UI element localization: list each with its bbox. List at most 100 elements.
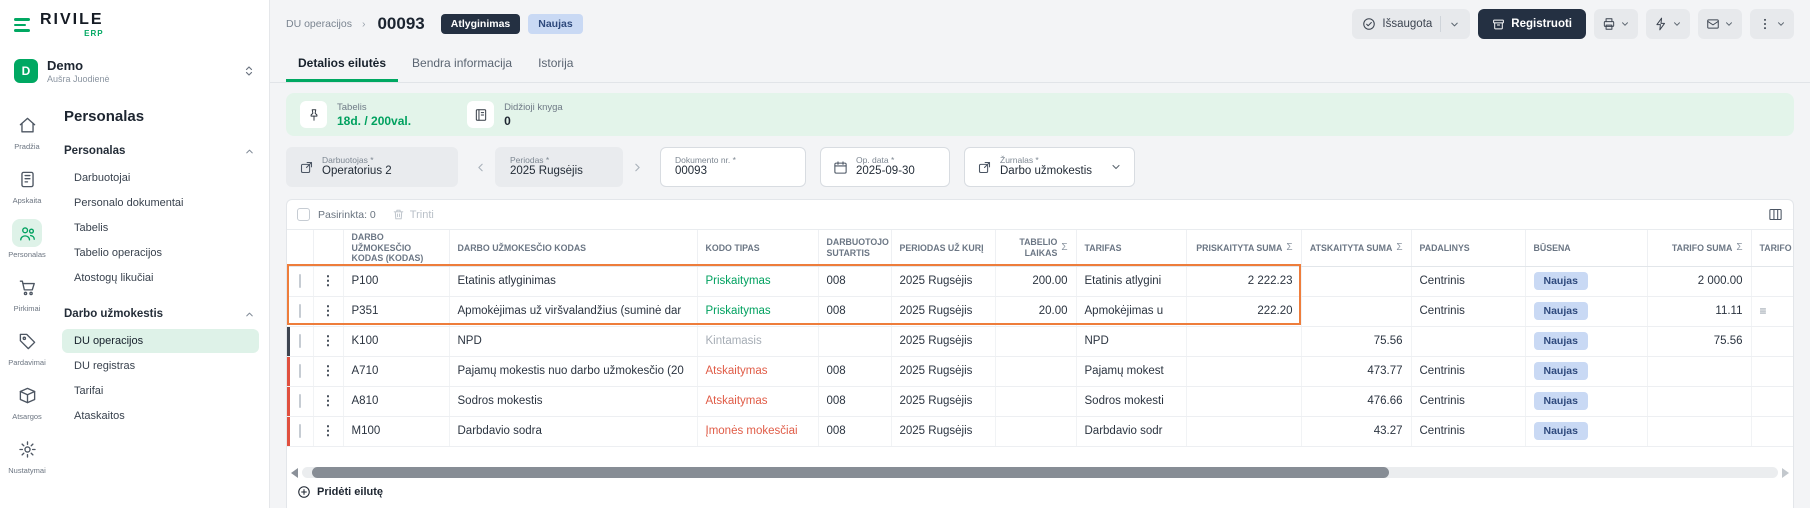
cell-tariff-sum[interactable]: 75.56 (1647, 326, 1751, 356)
cell-time[interactable] (995, 356, 1076, 386)
column-header[interactable]: TARIFAS (1076, 230, 1186, 266)
op-data-field[interactable]: Op. data * 2025-09-30 (820, 147, 950, 187)
cell-contract[interactable]: 008 (818, 416, 891, 446)
cell-tariff[interactable]: Pajamų mokest (1076, 356, 1186, 386)
cell-deducted[interactable]: 43.27 (1301, 416, 1411, 446)
sidebar-item[interactable]: Ataskaitos (62, 404, 259, 428)
cell-type[interactable]: Įmonės mokesčiai (697, 416, 818, 446)
column-header[interactable]: PADALINYS (1411, 230, 1525, 266)
cell-period[interactable]: 2025 Rugsėjis (891, 296, 995, 326)
cell-tariff-sum[interactable] (1647, 356, 1751, 386)
cell-tariff-sum[interactable] (1647, 386, 1751, 416)
cell-accrued[interactable]: 2 222.23 (1186, 266, 1301, 296)
cell-tariff-sum[interactable]: 2 000.00 (1647, 266, 1751, 296)
table-row[interactable]: ⋮ P351 Apmokėjimas už viršvalandžius (su… (287, 296, 1793, 326)
cell-tariff[interactable]: Darbdavio sodr (1076, 416, 1186, 446)
column-header[interactable]: PRISKAITYTA SUMAΣ (1186, 230, 1301, 266)
cell-department[interactable]: Centrinis (1411, 356, 1525, 386)
row-checkbox[interactable] (299, 364, 301, 378)
cell-time[interactable] (995, 326, 1076, 356)
cell-period[interactable]: 2025 Rugsėjis (891, 266, 995, 296)
delete-rows-button[interactable]: Trinti (392, 208, 434, 221)
sidebar-item[interactable]: Tabelis (62, 216, 259, 240)
tab[interactable]: Bendra informacija (400, 48, 524, 82)
menu-section-darbo-uzmokestis[interactable]: Darbo užmokestis (54, 300, 269, 328)
cell-tariff[interactable]: Etatinis atlygini (1076, 266, 1186, 296)
row-checkbox[interactable] (299, 394, 301, 408)
ledger-value[interactable]: 0 (504, 114, 563, 128)
rail-item-personalas[interactable]: Personalas (2, 214, 52, 264)
column-header[interactable]: TARIFO SUMAΣ (1647, 230, 1751, 266)
cell-tariff[interactable]: Apmokėjimas u (1076, 296, 1186, 326)
row-checkbox[interactable] (299, 274, 301, 288)
table-row[interactable]: ⋮ A710 Pajamų mokestis nuo darbo užmokes… (287, 356, 1793, 386)
cell-deducted[interactable]: 473.77 (1301, 356, 1411, 386)
hamburger-menu-icon[interactable] (14, 18, 30, 32)
column-header[interactable]: TARIFO PRO (1751, 230, 1793, 266)
row-checkbox[interactable] (299, 304, 301, 318)
cell-code[interactable]: P351 (343, 296, 449, 326)
print-split-button[interactable] (1594, 9, 1638, 39)
saved-split-button[interactable]: Išsaugota (1352, 9, 1470, 39)
column-header[interactable]: ATSKAITYTA SUMAΣ (1301, 230, 1411, 266)
scroll-right-arrow[interactable] (1782, 468, 1789, 478)
more-options-button[interactable] (1750, 9, 1794, 39)
dokumento-nr-field[interactable]: Dokumento nr. * 00093 (660, 147, 806, 187)
cell-accrued[interactable] (1186, 386, 1301, 416)
table-row[interactable]: ⋮ K100 NPD Kintamasis 2025 Rugsėjis NPD … (287, 326, 1793, 356)
cell-department[interactable]: Centrinis (1411, 416, 1525, 446)
cell-contract[interactable]: 008 (818, 296, 891, 326)
cell-accrued[interactable] (1186, 326, 1301, 356)
sidebar-item[interactable]: DU registras (62, 354, 259, 378)
table-row[interactable]: ⋮ P100 Etatinis atlyginimas Priskaitymas… (287, 266, 1793, 296)
column-header[interactable]: KODO TIPAS (697, 230, 818, 266)
cell-name[interactable]: Sodros mokestis (449, 386, 697, 416)
cell-department[interactable] (1411, 326, 1525, 356)
email-split-button[interactable] (1698, 9, 1742, 39)
rail-item-pradzia[interactable]: Pradžia (2, 106, 52, 156)
cell-type[interactable]: Priskaitymas (697, 266, 818, 296)
cell-accrued[interactable]: 222.20 (1186, 296, 1301, 326)
sum-icon[interactable]: Σ (1286, 242, 1292, 254)
cell-name[interactable]: Apmokėjimas už viršvalandžius (suminė da… (449, 296, 697, 326)
period-prev-button[interactable] (472, 159, 489, 176)
chevron-down-icon[interactable] (1449, 19, 1460, 30)
cell-name[interactable]: Etatinis atlyginimas (449, 266, 697, 296)
cell-code[interactable]: A810 (343, 386, 449, 416)
cell-tariff-sum[interactable] (1647, 416, 1751, 446)
cell-department[interactable]: Centrinis (1411, 296, 1525, 326)
cell-code[interactable]: M100 (343, 416, 449, 446)
cell-code[interactable]: K100 (343, 326, 449, 356)
sum-icon[interactable]: Σ (1396, 242, 1402, 254)
cell-contract[interactable]: 008 (818, 356, 891, 386)
cell-type[interactable]: Atskaitymas (697, 356, 818, 386)
sidebar-item[interactable]: DU operacijos (62, 329, 259, 353)
tab[interactable]: Istorija (526, 48, 585, 82)
company-switcher-icon[interactable] (243, 65, 255, 77)
darbuotojas-field[interactable]: Darbuotojas * Operatorius 2 (286, 147, 458, 187)
column-header[interactable]: PERIODAS UŽ KURĮ (891, 230, 995, 266)
cell-time[interactable] (995, 386, 1076, 416)
row-kebab-icon[interactable]: ⋮ (322, 273, 335, 288)
row-kebab-icon[interactable]: ⋮ (322, 393, 335, 408)
cell-deducted[interactable] (1301, 266, 1411, 296)
register-button[interactable]: Registruoti (1478, 9, 1586, 39)
rail-item-pardavimai[interactable]: Pardavimai (2, 322, 52, 372)
chevron-down-icon[interactable] (1672, 19, 1682, 29)
sum-icon[interactable]: Σ (1736, 242, 1742, 254)
sidebar-item[interactable]: Darbuotojai (62, 166, 259, 190)
cell-contract[interactable]: 008 (818, 266, 891, 296)
cell-accrued[interactable] (1186, 356, 1301, 386)
table-row[interactable]: ⋮ A810 Sodros mokestis Atskaitymas 008 2… (287, 386, 1793, 416)
cell-code[interactable]: P100 (343, 266, 449, 296)
scroll-left-arrow[interactable] (291, 468, 298, 478)
cell-tariff[interactable]: NPD (1076, 326, 1186, 356)
row-kebab-icon[interactable]: ⋮ (322, 363, 335, 378)
row-kebab-icon[interactable]: ⋮ (322, 423, 335, 438)
chevron-down-icon[interactable] (1776, 19, 1786, 29)
cell-deducted[interactable]: 476.66 (1301, 386, 1411, 416)
rail-item-nustatymai[interactable]: Nustatymai (2, 430, 52, 480)
chevron-down-icon[interactable] (1110, 161, 1122, 173)
column-header[interactable]: DARBUOTOJO SUTARTIS (818, 230, 891, 266)
cell-type[interactable]: Priskaitymas (697, 296, 818, 326)
